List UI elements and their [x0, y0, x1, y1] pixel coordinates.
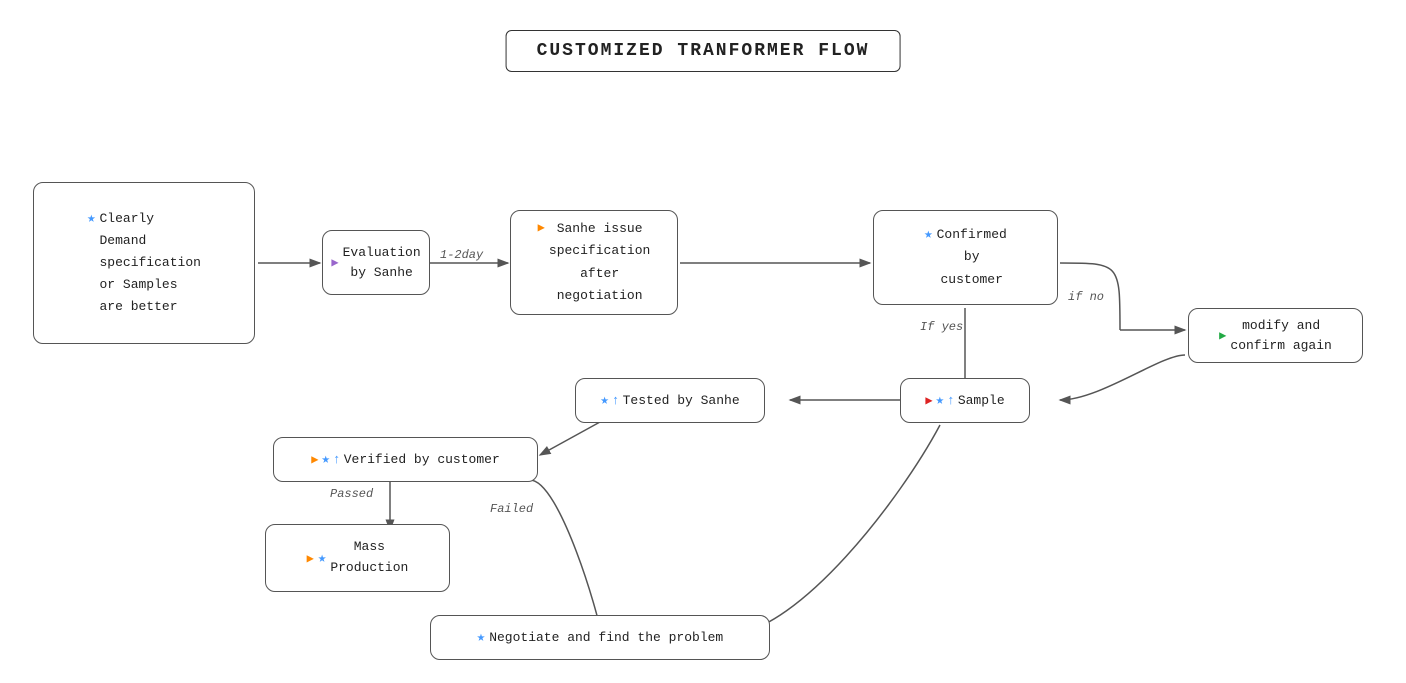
demand-text: Clearly Demand specification or Samples …: [100, 208, 201, 318]
star-icon-mass: ★: [318, 550, 326, 567]
demand-node: ★ Clearly Demand specification or Sample…: [33, 182, 255, 344]
tri-icon-mass: ▶: [307, 551, 314, 566]
tri-icon-sample: ▶: [925, 393, 932, 408]
sanhe-issue-node: ▶ Sanhe issue specification after negoti…: [510, 210, 678, 315]
star-icon-sample: ★: [936, 392, 944, 409]
verified-text: Verified by customer: [344, 452, 500, 467]
title-text: CUSTOMIZED TRANFORMER FLOW: [537, 41, 870, 61]
mass-production-node: ▶ ★ Mass Production: [265, 524, 450, 592]
arr-icon-tested: ↑: [612, 393, 620, 408]
tri-icon-verified: ▶: [311, 452, 318, 467]
tri-icon-eval: ▶: [331, 255, 338, 270]
arr-icon-sample: ↑: [947, 393, 955, 408]
tri-icon-sanhe: ▶: [538, 220, 545, 235]
star-icon-demand: ★: [87, 210, 95, 227]
passed-label: Passed: [330, 487, 373, 501]
failed-label: Failed: [490, 502, 533, 516]
negotiate-node: ★ Negotiate and find the problem: [430, 615, 770, 660]
evaluation-node: ▶ Evaluation by Sanhe: [322, 230, 430, 295]
mass-text: Mass Production: [330, 537, 408, 579]
star-icon-negotiate: ★: [477, 629, 485, 646]
confirmed-text: Confirmed by customer: [937, 224, 1007, 290]
sample-text: Sample: [958, 393, 1005, 408]
sample-node: ▶ ★ ↑ Sample: [900, 378, 1030, 423]
if-no-label: if no: [1068, 290, 1104, 304]
days-label: 1-2day: [440, 248, 483, 262]
star-icon-confirmed: ★: [924, 226, 932, 243]
diagram-title: CUSTOMIZED TRANFORMER FLOW: [506, 30, 901, 72]
tri-icon-modify: ▶: [1219, 328, 1226, 343]
evaluation-text: Evaluation by Sanhe: [343, 243, 421, 282]
arr-icon-verified: ↑: [333, 452, 341, 467]
star-icon-tested: ★: [600, 392, 608, 409]
flow-diagram: CUSTOMIZED TRANFORMER FLOW: [0, 0, 1406, 683]
tested-node: ★ ↑ Tested by Sanhe: [575, 378, 765, 423]
sanhe-issue-text: Sanhe issue specification after negotiat…: [549, 218, 650, 306]
tested-text: Tested by Sanhe: [623, 393, 740, 408]
star-icon-verified: ★: [321, 451, 329, 468]
if-yes-label: If yes: [920, 320, 963, 334]
verified-node: ▶ ★ ↑ Verified by customer: [273, 437, 538, 482]
negotiate-text: Negotiate and find the problem: [489, 630, 723, 645]
modify-text: modify and confirm again: [1230, 316, 1331, 355]
modify-node: ▶ modify and confirm again: [1188, 308, 1363, 363]
confirmed-node: ★ Confirmed by customer: [873, 210, 1058, 305]
